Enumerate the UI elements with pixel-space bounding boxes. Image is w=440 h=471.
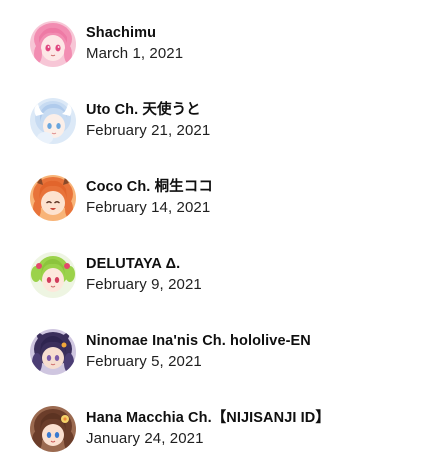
purple-tentacle-avatar-icon: [30, 329, 76, 375]
subscription-meta: Ninomae Ina'nis Ch. hololive-EN February…: [86, 329, 311, 375]
subscribed-date: February 9, 2021: [86, 276, 202, 293]
channel-name[interactable]: DELUTAYA Δ.: [86, 254, 202, 274]
subscription-item-hana[interactable]: Hana Macchia Ch.【NIJISANJI ID】 January 2…: [30, 405, 430, 453]
channel-avatar[interactable]: [30, 98, 76, 144]
subscription-meta: Uto Ch. 天使うと February 21, 2021: [86, 98, 210, 144]
channel-name[interactable]: Coco Ch. 桐生ココ: [86, 177, 213, 197]
subscription-item-delutaya[interactable]: DELUTAYA Δ. February 9, 2021: [30, 251, 430, 299]
channel-name[interactable]: Ninomae Ina'nis Ch. hololive-EN: [86, 331, 311, 351]
channel-avatar[interactable]: [30, 406, 76, 452]
pink-hair-avatar-icon: [30, 21, 76, 67]
subscription-item-coco[interactable]: Coco Ch. 桐生ココ February 14, 2021: [30, 174, 430, 222]
subscribed-date: March 1, 2021: [86, 45, 184, 62]
subscription-item-uto[interactable]: Uto Ch. 天使うと February 21, 2021: [30, 97, 430, 145]
subscription-meta: Coco Ch. 桐生ココ February 14, 2021: [86, 175, 213, 221]
subscription-item-ninomae[interactable]: Ninomae Ina'nis Ch. hololive-EN February…: [30, 328, 430, 376]
subscription-item-shachimu[interactable]: Shachimu March 1, 2021: [30, 20, 430, 68]
subscribed-date: January 24, 2021: [86, 430, 204, 447]
channel-avatar[interactable]: [30, 252, 76, 298]
brown-hair-flower-avatar-icon: [30, 406, 76, 452]
channel-name[interactable]: Uto Ch. 天使うと: [86, 100, 210, 120]
channel-avatar[interactable]: [30, 21, 76, 67]
channel-avatar[interactable]: [30, 329, 76, 375]
subscription-meta: Hana Macchia Ch.【NIJISANJI ID】 January 2…: [86, 406, 330, 452]
subscribed-date: February 21, 2021: [86, 122, 211, 139]
light-blue-angel-avatar-icon: [30, 98, 76, 144]
green-twintail-avatar-icon: [30, 252, 76, 298]
channel-name[interactable]: Hana Macchia Ch.【NIJISANJI ID】: [86, 408, 330, 428]
channel-name[interactable]: Shachimu: [86, 23, 183, 43]
channel-avatar[interactable]: [30, 175, 76, 221]
subscription-meta: Shachimu March 1, 2021: [86, 21, 183, 67]
subscribed-date: February 5, 2021: [86, 353, 202, 370]
orange-hair-dragon-avatar-icon: [30, 175, 76, 221]
subscription-meta: DELUTAYA Δ. February 9, 2021: [86, 252, 202, 298]
subscribed-date: February 14, 2021: [86, 199, 211, 216]
